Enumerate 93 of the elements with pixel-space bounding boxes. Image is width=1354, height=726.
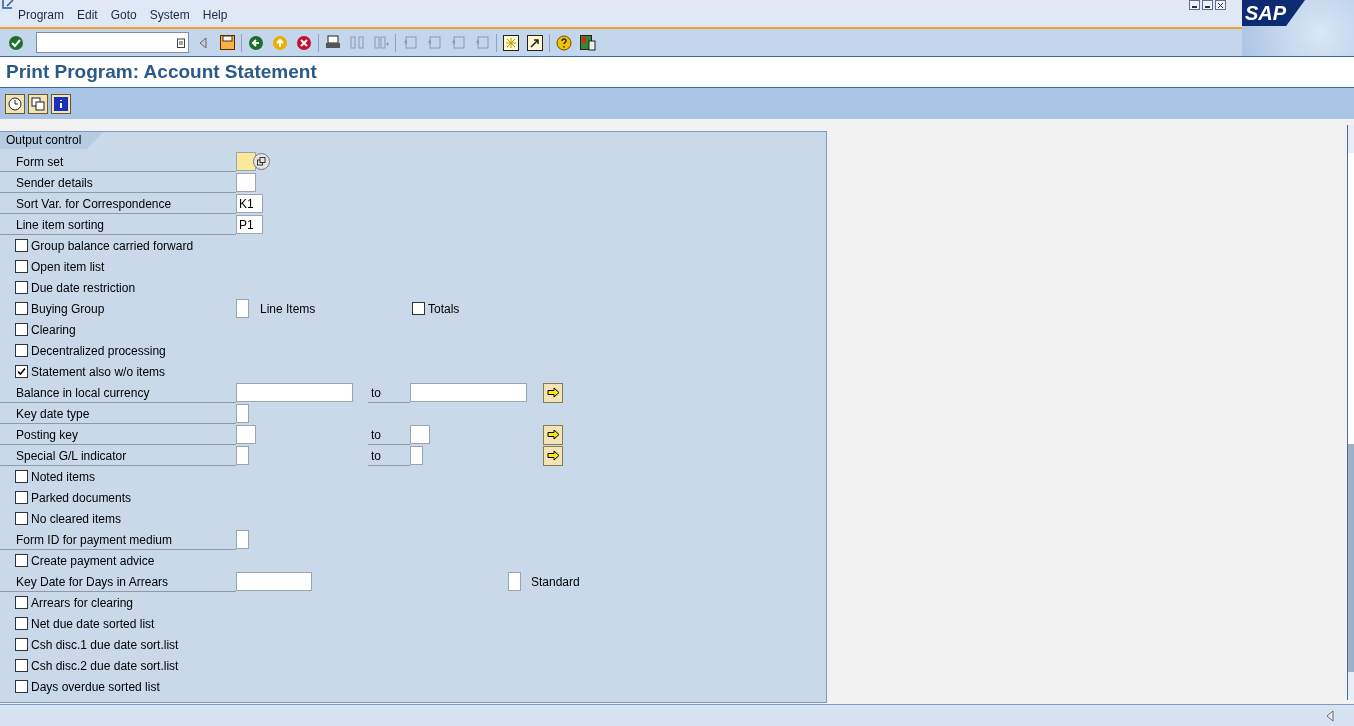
- checkbox[interactable]: [15, 344, 28, 357]
- checkbox[interactable]: [412, 302, 425, 315]
- field-label: Line item sorting: [0, 214, 236, 235]
- arrow-right-icon: [546, 450, 560, 461]
- input-field[interactable]: [410, 383, 527, 402]
- windows-icon: [257, 157, 266, 166]
- input-field[interactable]: [236, 383, 353, 402]
- checkbox-label: Arrears for clearing: [31, 594, 134, 612]
- input-field[interactable]: [236, 425, 256, 444]
- input-field[interactable]: [236, 572, 312, 591]
- help-icon[interactable]: [554, 32, 574, 53]
- info-button[interactable]: [51, 93, 71, 114]
- checkbox[interactable]: [15, 512, 28, 525]
- checkbox-label: Decentralized processing: [31, 342, 166, 360]
- multiple-selection-button[interactable]: [543, 424, 563, 445]
- document-edit-icon: [2, 0, 15, 9]
- multiple-selection-button[interactable]: [543, 382, 563, 403]
- checkbox-label: Statement also w/o items: [31, 363, 166, 381]
- checkbox-label: Buying Group: [31, 300, 105, 318]
- close-icon[interactable]: [1215, 0, 1226, 10]
- field-label: Key date type: [0, 403, 236, 424]
- info-icon: [54, 96, 68, 111]
- checkbox-label: Open item list: [31, 258, 105, 276]
- field-label: Standard: [531, 573, 580, 591]
- menu-item[interactable]: Goto: [110, 6, 137, 24]
- field-label: Balance in local currency: [0, 382, 236, 403]
- input-field[interactable]: [236, 530, 249, 549]
- checkbox[interactable]: [15, 554, 28, 567]
- scrollbar[interactable]: [1347, 125, 1354, 700]
- checkbox[interactable]: [15, 470, 28, 483]
- checkbox[interactable]: [15, 596, 28, 609]
- field-label: Form set: [0, 151, 236, 172]
- input-field[interactable]: K1: [236, 194, 263, 213]
- clipboard-icon: [177, 37, 185, 48]
- checkbox[interactable]: [15, 659, 28, 672]
- field-label: Sort Var. for Correspondence: [0, 193, 236, 214]
- checkbox-label: Days overdue sorted list: [31, 678, 160, 696]
- input-field[interactable]: P1: [236, 215, 263, 234]
- input-field[interactable]: [236, 152, 256, 171]
- checkbox-label: Noted items: [31, 468, 96, 486]
- execute-button[interactable]: [5, 93, 25, 114]
- variants-button[interactable]: [28, 93, 48, 114]
- field-label: Sender details: [0, 172, 236, 193]
- checkbox[interactable]: [15, 323, 28, 336]
- new-window-icon[interactable]: [501, 32, 521, 53]
- multiple-selection-button[interactable]: [543, 445, 563, 466]
- field-label: Line Items: [260, 300, 316, 318]
- checkbox-label: Totals: [428, 300, 460, 318]
- checkbox[interactable]: [15, 617, 28, 630]
- arrow-right-icon: [546, 429, 560, 440]
- checkbox-label: Due date restriction: [31, 279, 136, 297]
- checkbox-label: Group balance carried forward: [31, 237, 194, 255]
- menu-item[interactable]: Program: [18, 6, 64, 24]
- minimize-icon[interactable]: [1189, 0, 1200, 10]
- arrow-right-icon: [546, 387, 560, 398]
- input-field[interactable]: [410, 446, 423, 465]
- checkbox-label: No cleared items: [31, 510, 122, 528]
- checkbox[interactable]: [15, 281, 28, 294]
- command-field[interactable]: [36, 32, 189, 53]
- checkbox[interactable]: [15, 302, 28, 315]
- input-field[interactable]: [236, 446, 249, 465]
- checkbox-label: Parked documents: [31, 489, 132, 507]
- checkbox-label: Create payment advice: [31, 552, 155, 570]
- field-label: Posting key: [0, 424, 236, 445]
- checkbox-label: Csh disc.1 due date sort.list: [31, 636, 179, 654]
- layout-icon[interactable]: [578, 32, 598, 53]
- checkbox[interactable]: [15, 239, 28, 252]
- field-label: Key Date for Days in Arrears: [0, 571, 236, 592]
- checkbox[interactable]: [15, 260, 28, 273]
- menu-item[interactable]: Edit: [77, 6, 98, 24]
- checkbox[interactable]: [15, 491, 28, 504]
- screen-title: Print Program: Account Statement: [6, 59, 317, 84]
- input-field[interactable]: [410, 425, 430, 444]
- save-icon[interactable]: [217, 32, 237, 53]
- checkbox-label: Csh disc.2 due date sort.list: [31, 657, 179, 675]
- input-field[interactable]: [508, 572, 521, 591]
- checkbox[interactable]: [15, 638, 28, 651]
- checkbox-label: Clearing: [31, 321, 76, 339]
- shortcut-icon[interactable]: [525, 32, 545, 53]
- input-field[interactable]: [236, 173, 256, 192]
- menu-item[interactable]: Help: [202, 6, 228, 24]
- copy-icon: [31, 96, 45, 111]
- menu-item[interactable]: System: [149, 6, 190, 24]
- input-field[interactable]: [236, 299, 249, 318]
- clock-icon: [8, 96, 22, 111]
- checkbox[interactable]: [15, 680, 28, 693]
- checkbox-label: Net due date sorted list: [31, 615, 155, 633]
- field-label: Form ID for payment medium: [0, 529, 236, 550]
- input-field[interactable]: [236, 404, 249, 423]
- field-label: Special G/L indicator: [0, 445, 236, 466]
- logo-text: SAP: [1245, 3, 1287, 23]
- checkbox[interactable]: [15, 365, 28, 378]
- caret-left-icon[interactable]: [1326, 709, 1334, 722]
